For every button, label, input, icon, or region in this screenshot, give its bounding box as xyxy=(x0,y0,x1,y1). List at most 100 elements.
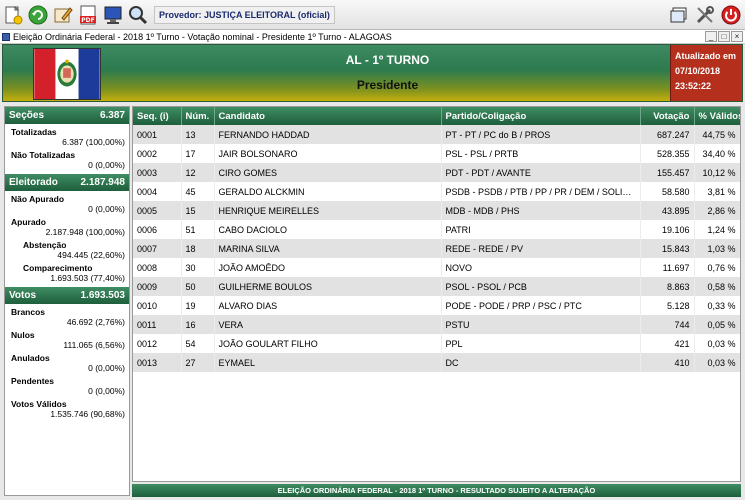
cell-num: 19 xyxy=(181,296,215,315)
cell-candidato: MARINA SILVA xyxy=(214,239,442,258)
results-table: Seq. (i) Núm. Candidato Partido/Coligaçã… xyxy=(133,107,740,372)
cell-seq: 0004 xyxy=(133,182,182,201)
cell-num: 50 xyxy=(181,277,215,296)
cell-partido: PSL - PSL / PRTB xyxy=(441,144,641,163)
votos-total: 1.693.503 xyxy=(80,290,126,301)
cell-pct: 3,81 % xyxy=(694,182,740,201)
cell-votacao: 528.355 xyxy=(640,144,695,163)
cell-partido: PODE - PODE / PRP / PSC / PTC xyxy=(441,296,641,315)
nulos-label: Nulos xyxy=(11,330,35,340)
results-table-container: Seq. (i) Núm. Candidato Partido/Coligaçã… xyxy=(132,106,741,482)
table-row[interactable]: 0011 16 VERA PSTU 744 0,05 % xyxy=(133,315,740,334)
cell-pct: 0,03 % xyxy=(694,334,740,353)
table-row[interactable]: 0010 19 ALVARO DIAS PODE - PODE / PRP / PSC… xyxy=(133,296,740,315)
header-subtitle: Presidente xyxy=(356,78,419,92)
table-row[interactable]: 0003 12 CIRO GOMES PDT - PDT / AVANTE 155.45… xyxy=(133,163,740,182)
cell-partido: REDE - REDE / PV xyxy=(441,239,641,258)
nao-apurado-label: Não Apurado xyxy=(11,194,65,204)
toolbar: PDF Provedor: JUSTIÇA ELEITORAL (oficial… xyxy=(0,0,745,30)
monitor-icon[interactable] xyxy=(101,3,125,27)
cell-pct: 1,03 % xyxy=(694,239,740,258)
pendentes-value: 0 (0,00%) xyxy=(88,386,125,396)
cell-partido: PSTU xyxy=(441,315,641,334)
app-icon xyxy=(2,32,10,41)
votos-label: Votos xyxy=(9,290,37,301)
update-time: 23:52:22 xyxy=(675,81,712,91)
cell-candidato: VERA xyxy=(214,315,442,334)
brancos-label: Brancos xyxy=(11,307,46,317)
pdf-icon[interactable]: PDF xyxy=(76,3,100,27)
eleitorado-header: Eleitorado 2.187.948 xyxy=(5,174,129,191)
cell-num: 17 xyxy=(181,144,215,163)
cell-candidato: FERNANDO HADDAD xyxy=(214,125,442,144)
table-header-row: Seq. (i) Núm. Candidato Partido/Coligaçã… xyxy=(133,107,740,125)
votos-validos-label: Votos Válidos xyxy=(11,399,67,409)
new-document-icon[interactable] xyxy=(1,3,25,27)
provider-label[interactable]: Provedor: JUSTIÇA ELEITORAL (oficial) xyxy=(154,5,335,24)
cell-num: 51 xyxy=(181,220,215,239)
cell-num: 16 xyxy=(181,315,215,334)
maximize-button[interactable]: □ xyxy=(718,31,730,42)
tools-icon[interactable] xyxy=(693,3,717,27)
cell-seq: 0012 xyxy=(133,334,182,353)
search-icon[interactable] xyxy=(126,3,150,27)
cell-partido: PDT - PDT / AVANTE xyxy=(441,163,641,182)
cell-seq: 0001 xyxy=(133,125,182,144)
minimize-button[interactable]: _ xyxy=(705,31,717,42)
cell-seq: 0009 xyxy=(133,277,182,296)
window-icon[interactable] xyxy=(667,3,691,27)
cell-votacao: 744 xyxy=(640,315,695,334)
cell-pct: 1,24 % xyxy=(694,220,740,239)
table-row[interactable]: 0005 15 HENRIQUE MEIRELLES MDB - MDB / PHS 4… xyxy=(133,201,740,220)
edit-icon[interactable] xyxy=(51,3,75,27)
col-seq-header[interactable]: Seq. (i) xyxy=(133,107,182,125)
cell-votacao: 19.106 xyxy=(640,220,695,239)
cell-seq: 0007 xyxy=(133,239,182,258)
table-row[interactable]: 0013 27 EYMAEL DC 410 0,03 % xyxy=(133,353,740,372)
cell-seq: 0008 xyxy=(133,258,182,277)
cell-num: 12 xyxy=(181,163,215,182)
table-row[interactable]: 0007 18 MARINA SILVA REDE - REDE / PV 15.843… xyxy=(133,239,740,258)
cell-seq: 0006 xyxy=(133,220,182,239)
alagoas-flag-icon xyxy=(33,48,101,100)
table-row[interactable]: 0008 30 JOÃO AMOÊDO NOVO 11.697 0,76 % xyxy=(133,258,740,277)
cell-num: 18 xyxy=(181,239,215,258)
window-titlebar: Eleição Ordinária Federal - 2018 1º Turn… xyxy=(0,30,745,44)
anulados-label: Anulados xyxy=(11,353,50,363)
secoes-label: Seções xyxy=(9,110,45,121)
votos-validos-value: 1.535.746 (90,68%) xyxy=(50,409,125,419)
cell-partido: PSDB - PSDB / PTB / PP / PR / DEM / SOLI… xyxy=(441,182,641,201)
col-candidato-header[interactable]: Candidato xyxy=(214,107,442,125)
table-row[interactable]: 0004 45 GERALDO ALCKMIN PSDB - PSDB / PTB /… xyxy=(133,182,740,201)
col-pct-header[interactable]: % Válidos xyxy=(694,107,740,125)
apurado-label: Apurado xyxy=(11,217,46,227)
cell-pct: 0,03 % xyxy=(694,353,740,372)
col-num-header[interactable]: Núm. xyxy=(181,107,215,125)
table-row[interactable]: 0006 51 CABO DACIOLO PATRI 19.106 1,24 % xyxy=(133,220,740,239)
comparecimento-value: 1.693.503 (77,40%) xyxy=(50,273,125,283)
cell-partido: MDB - MDB / PHS xyxy=(441,201,641,220)
cell-candidato: ALVARO DIAS xyxy=(214,296,442,315)
table-row[interactable]: 0012 54 JOÃO GOULART FILHO PPL 421 0,03 % xyxy=(133,334,740,353)
cell-pct: 2,86 % xyxy=(694,201,740,220)
update-label: Atualizado em xyxy=(675,51,737,61)
cell-candidato: CIRO GOMES xyxy=(214,163,442,182)
status-footer: ELEIÇÃO ORDINÁRIA FEDERAL - 2018 1º TURN… xyxy=(132,484,741,497)
cell-candidato: GUILHERME BOULOS xyxy=(214,277,442,296)
votos-header: Votos 1.693.503 xyxy=(5,287,129,304)
table-row[interactable]: 0009 50 GUILHERME BOULOS PSOL - PSOL / PCB 8… xyxy=(133,277,740,296)
cell-seq: 0010 xyxy=(133,296,182,315)
col-partido-header[interactable]: Partido/Coligação xyxy=(441,107,641,125)
svg-text:PDF: PDF xyxy=(81,17,94,24)
nao-totalizadas-label: Não Totalizadas xyxy=(11,150,76,160)
cell-num: 27 xyxy=(181,353,215,372)
refresh-icon[interactable] xyxy=(26,3,50,27)
close-button[interactable]: × xyxy=(731,31,743,42)
table-row[interactable]: 0001 13 FERNANDO HADDAD PT - PT / PC do B /… xyxy=(133,125,740,144)
cell-candidato: JOÃO AMOÊDO xyxy=(214,258,442,277)
power-icon[interactable] xyxy=(719,3,743,27)
cell-votacao: 410 xyxy=(640,353,695,372)
col-votacao-header[interactable]: Votação xyxy=(640,107,695,125)
table-row[interactable]: 0002 17 JAIR BOLSONARO PSL - PSL / PRTB 528.… xyxy=(133,144,740,163)
cell-num: 15 xyxy=(181,201,215,220)
